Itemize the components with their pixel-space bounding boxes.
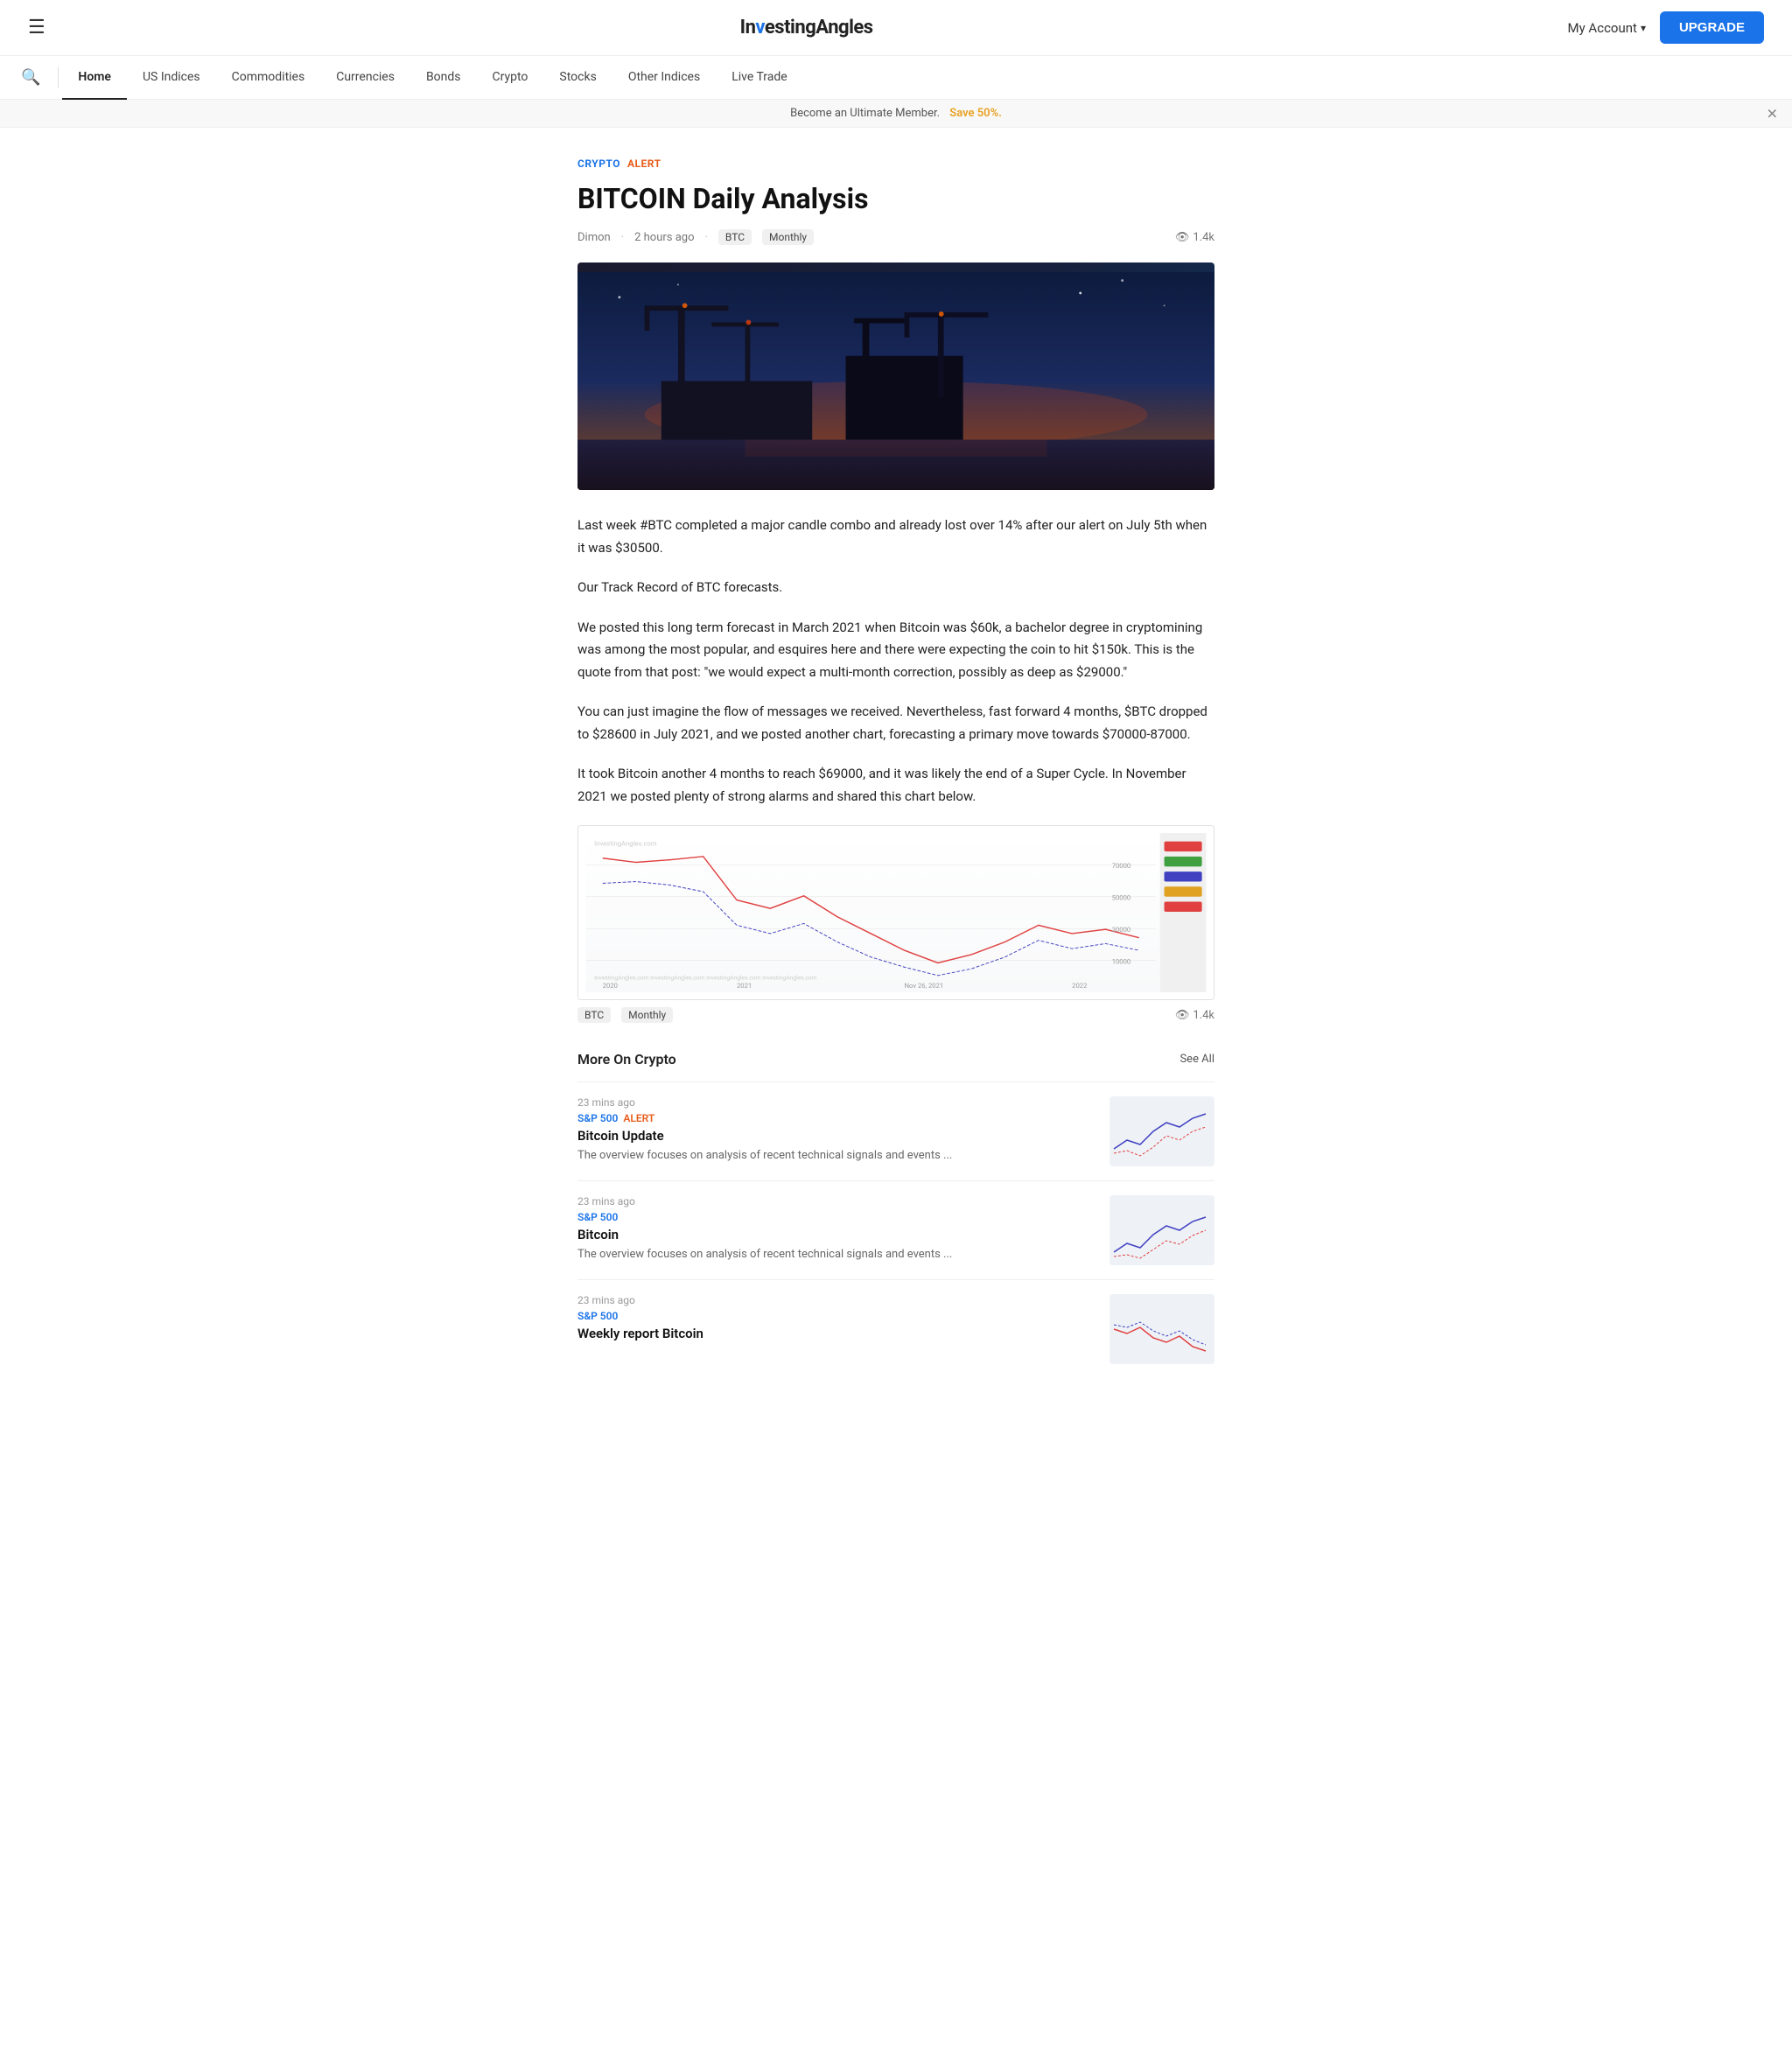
- article-hero-image: [578, 262, 1214, 490]
- more-header: More On Crypto See All: [578, 1051, 1214, 1068]
- nav-divider: [58, 67, 59, 88]
- related-card-2-chart: [1110, 1195, 1214, 1265]
- related-card-2-tags: S&P 500: [578, 1211, 1096, 1223]
- hero-illustration: [578, 262, 1214, 490]
- more-section-title: More On Crypto: [578, 1051, 676, 1068]
- chart-footer: BTC Monthly 👁 1.4k: [578, 1007, 1214, 1023]
- chart-frequency-label[interactable]: Monthly: [621, 1007, 673, 1023]
- related-card-1-image: [1110, 1096, 1214, 1166]
- nav-item-commodities[interactable]: Commodities: [216, 56, 321, 100]
- related-card-3-chart: [1110, 1294, 1214, 1364]
- related-card-1-tags: S&P 500 ALERT: [578, 1112, 1096, 1124]
- related-card-2-meta: 23 mins ago: [578, 1195, 1096, 1208]
- related-card-1-desc: The overview focuses on analysis of rece…: [578, 1147, 1096, 1165]
- related-card-1-chart: [1110, 1096, 1214, 1166]
- chart-eye-icon: 👁: [1175, 1009, 1190, 1022]
- banner-text: Become an Ultimate Member.: [790, 107, 940, 120]
- nav-item-home[interactable]: Home: [62, 56, 127, 100]
- article-title: BITCOIN Daily Analysis: [578, 182, 1214, 215]
- hamburger-menu[interactable]: ☰: [28, 17, 46, 38]
- svg-text:Nov 26, 2021: Nov 26, 2021: [905, 983, 944, 990]
- nav-item-crypto[interactable]: Crypto: [477, 56, 544, 100]
- nav-item-stocks[interactable]: Stocks: [543, 56, 612, 100]
- related-card-1-tag-alert: ALERT: [623, 1112, 654, 1124]
- body-paragraph-5: It took Bitcoin another 4 months to reac…: [578, 763, 1214, 808]
- article-body: Last week #BTC completed a major candle …: [578, 514, 1214, 808]
- main-nav: 🔍 Home US Indices Commodities Currencies…: [0, 56, 1792, 100]
- chart-category-label[interactable]: BTC: [578, 1007, 611, 1023]
- related-card-2-image: [1110, 1195, 1214, 1265]
- related-card-1[interactable]: 23 mins ago S&P 500 ALERT Bitcoin Update…: [578, 1082, 1214, 1180]
- svg-text:2022: 2022: [1072, 983, 1088, 990]
- article-tags: CRYPTO ALERT: [578, 156, 1214, 172]
- chart-inner: 2020 2021 Nov 26, 2021 2022 70000 50000 …: [578, 826, 1214, 999]
- see-all-link[interactable]: See All: [1180, 1053, 1214, 1066]
- views-count: 1.4k: [1193, 231, 1214, 244]
- nav-item-live-trade[interactable]: Live Trade: [716, 56, 803, 100]
- article-author: Dimon: [578, 231, 611, 244]
- svg-text:10000: 10000: [1112, 958, 1131, 966]
- related-card-2-content: 23 mins ago S&P 500 Bitcoin The overview…: [578, 1195, 1096, 1265]
- site-logo[interactable]: InvestingAngles: [740, 17, 873, 38]
- body-paragraph-1: Last week #BTC completed a major candle …: [578, 514, 1214, 559]
- nav-item-currencies[interactable]: Currencies: [320, 56, 410, 100]
- article-time: 2 hours ago: [634, 231, 694, 244]
- banner-save-text: Save 50%.: [949, 107, 1002, 120]
- promo-banner: Become an Ultimate Member. Save 50%. ✕: [0, 100, 1792, 128]
- article-meta: Dimon · 2 hours ago · BTC Monthly 👁 1.4k: [578, 229, 1214, 245]
- related-card-2-desc: The overview focuses on analysis of rece…: [578, 1246, 1096, 1264]
- related-card-3-title: Weekly report Bitcoin: [578, 1326, 1096, 1341]
- related-card-3-meta: 23 mins ago: [578, 1294, 1096, 1306]
- article-main: CRYPTO ALERT BITCOIN Daily Analysis Dimo…: [564, 128, 1228, 1406]
- upgrade-button[interactable]: UPGRADE: [1660, 11, 1764, 44]
- nav-item-other-indices[interactable]: Other Indices: [612, 56, 716, 100]
- header-right: My Account UPGRADE: [1568, 11, 1764, 44]
- banner-close-icon[interactable]: ✕: [1767, 105, 1778, 122]
- chart-views-count: 1.4k: [1193, 1009, 1214, 1022]
- related-card-3-content: 23 mins ago S&P 500 Weekly report Bitcoi…: [578, 1294, 1096, 1364]
- article-frequency-tag[interactable]: Monthly: [762, 229, 814, 245]
- svg-text:InvestingAngles.com: InvestingAngles.com: [594, 840, 657, 848]
- btc-chart-svg: 2020 2021 Nov 26, 2021 2022 70000 50000 …: [585, 833, 1207, 992]
- svg-text:70000: 70000: [1112, 863, 1131, 871]
- article-category-tag[interactable]: BTC: [718, 229, 752, 245]
- body-paragraph-3: We posted this long term forecast in Mar…: [578, 617, 1214, 684]
- article-views: 👁 1.4k: [1175, 231, 1214, 244]
- related-card-2[interactable]: 23 mins ago S&P 500 Bitcoin The overview…: [578, 1180, 1214, 1279]
- tag-crypto[interactable]: CRYPTO: [578, 156, 620, 172]
- tag-alert[interactable]: ALERT: [627, 156, 662, 172]
- svg-text:2021: 2021: [737, 983, 752, 990]
- related-card-3-image: [1110, 1294, 1214, 1364]
- svg-text:30000: 30000: [1112, 926, 1131, 934]
- body-paragraph-4: You can just imagine the flow of message…: [578, 701, 1214, 746]
- related-card-1-content: 23 mins ago S&P 500 ALERT Bitcoin Update…: [578, 1096, 1096, 1166]
- related-card-2-tag-sp500[interactable]: S&P 500: [578, 1211, 618, 1223]
- related-card-1-title: Bitcoin Update: [578, 1128, 1096, 1144]
- related-card-3-tag-sp500[interactable]: S&P 500: [578, 1310, 618, 1322]
- header: ☰ InvestingAngles My Account UPGRADE: [0, 0, 1792, 56]
- search-icon[interactable]: 🔍: [21, 68, 40, 87]
- related-card-3-tags: S&P 500: [578, 1310, 1096, 1322]
- eye-icon: 👁: [1175, 231, 1190, 244]
- chart-views: 👁 1.4k: [1175, 1009, 1214, 1022]
- meta-dot-1: ·: [621, 231, 624, 244]
- related-card-3[interactable]: 23 mins ago S&P 500 Weekly report Bitcoi…: [578, 1279, 1214, 1378]
- nav-item-bonds[interactable]: Bonds: [410, 56, 477, 100]
- related-card-1-tag-sp500[interactable]: S&P 500: [578, 1112, 618, 1124]
- my-account-button[interactable]: My Account: [1568, 20, 1646, 36]
- svg-text:2020: 2020: [603, 983, 618, 990]
- body-paragraph-2: Our Track Record of BTC forecasts.: [578, 577, 1214, 599]
- more-on-crypto-section: More On Crypto See All 23 mins ago S&P 5…: [578, 1051, 1214, 1378]
- article-chart-image: 2020 2021 Nov 26, 2021 2022 70000 50000 …: [578, 825, 1214, 1000]
- related-card-1-meta: 23 mins ago: [578, 1096, 1096, 1109]
- svg-text:50000: 50000: [1112, 894, 1131, 902]
- meta-dot-2: ·: [705, 231, 708, 244]
- related-card-2-title: Bitcoin: [578, 1227, 1096, 1242]
- svg-text:InvestingAngles.com InvestingA: InvestingAngles.com InvestingAngles.com …: [594, 975, 816, 982]
- nav-item-us-indices[interactable]: US Indices: [127, 56, 216, 100]
